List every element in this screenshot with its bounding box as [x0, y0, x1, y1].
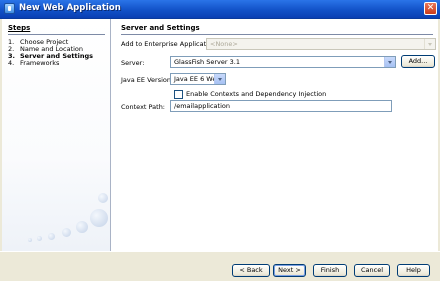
chevron-down-icon[interactable] — [214, 74, 225, 84]
context-path-field[interactable]: /emailapplication — [170, 100, 392, 112]
decor-bubble — [98, 193, 108, 203]
steps-panel: Steps 1. Choose Project 2. Name and Locati… — [2, 19, 111, 251]
decor-bubble — [48, 233, 55, 240]
cancel-button[interactable]: Cancel — [354, 264, 390, 277]
close-button[interactable]: ✕ — [424, 2, 437, 15]
enterprise-label: Add to Enterprise Application: — [121, 40, 219, 48]
title-bar[interactable]: New Web Application ✕ — [0, 0, 440, 19]
steps-header: Steps — [8, 24, 105, 35]
app-icon — [4, 3, 15, 14]
decor-bubble — [76, 221, 88, 233]
server-combo[interactable]: GlassFish Server 3.1 — [170, 56, 396, 68]
chevron-down-icon[interactable] — [384, 57, 395, 67]
cdi-checkbox[interactable] — [174, 90, 183, 99]
decor-bubble — [28, 238, 32, 242]
step-item: 4. Frameworks — [8, 59, 60, 67]
javaee-label: Java EE Version: — [121, 76, 174, 84]
javaee-combo[interactable]: Java EE 6 Web — [170, 73, 226, 85]
add-server-button[interactable]: Add... — [401, 55, 435, 68]
cdi-label[interactable]: Enable Contexts and Dependency Injection — [186, 90, 326, 98]
chevron-down-icon — [424, 39, 435, 49]
back-button[interactable]: < Back — [232, 264, 270, 277]
help-button[interactable]: Help — [397, 264, 430, 277]
decor-bubble — [37, 236, 42, 241]
panel-title: Server and Settings — [121, 24, 433, 35]
window-title: New Web Application — [19, 3, 121, 13]
dialog-content: Steps 1. Choose Project 2. Name and Locati… — [2, 19, 438, 251]
settings-panel: Server and Settings Add to Enterprise Ap… — [111, 19, 438, 251]
next-button[interactable]: Next > — [273, 264, 306, 277]
context-path-label: Context Path: — [121, 103, 165, 111]
finish-button[interactable]: Finish — [313, 264, 347, 277]
server-label: Server: — [121, 59, 145, 67]
enterprise-combo: <None> — [206, 38, 436, 50]
button-bar: < Back Next > Finish Cancel Help — [0, 251, 440, 281]
decor-bubble — [62, 228, 71, 237]
decor-bubble — [90, 209, 108, 227]
